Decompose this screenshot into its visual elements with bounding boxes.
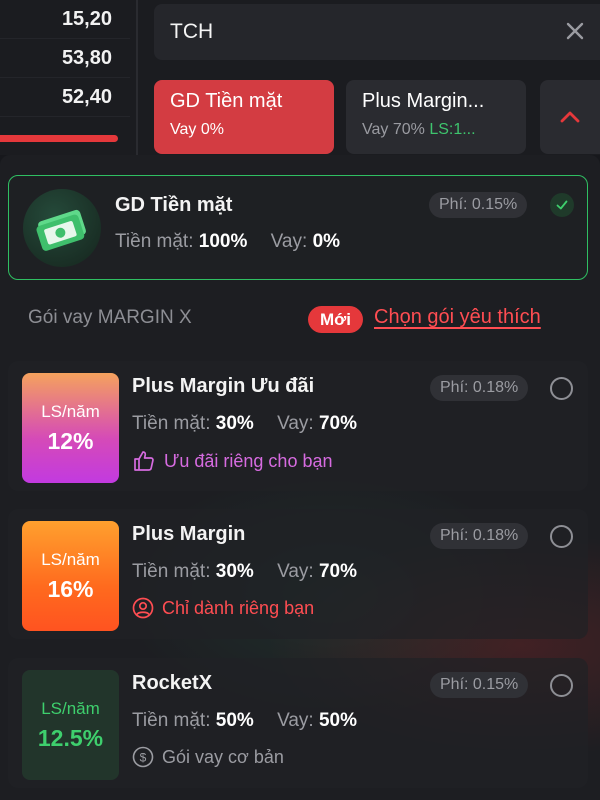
cash-label: Tiền mặt: [115,231,194,252]
choose-favorite-link[interactable]: Chọn gói yêu thích [374,306,541,329]
rate-label: LS/năm [41,549,100,569]
package-note: Ưu đãi riêng cho bạn [132,449,333,473]
rate-value: 16% [47,575,94,602]
package-panel: GD Tiền mặt Tiền mặt: 100% Vay: 0% Phí: … [0,155,600,800]
loan-value: 70% [318,561,358,582]
select-radio[interactable] [550,525,573,548]
cash-label: Tiền mặt: [132,710,211,731]
dollar-circle-icon: $ [132,746,154,768]
cash-package-card[interactable]: GD Tiền mặt Tiền mặt: 100% Vay: 0% Phí: … [8,175,588,280]
package-note: $ Gói vay cơ bản [132,746,284,768]
cash-value: 30% [215,561,254,582]
tab-title: GD Tiền mặt [170,90,283,112]
cash-label: Tiền mặt: [132,561,211,582]
user-circle-icon [132,597,154,619]
tab-title: Plus Margin... [362,90,485,112]
loan-value: 50% [318,710,358,731]
price-row[interactable]: 53,80 [0,39,130,78]
rate-value: 12.5% [37,724,104,751]
collapse-button[interactable] [540,80,600,154]
select-radio[interactable] [550,674,573,697]
close-icon[interactable] [564,20,586,42]
package-title: GD Tiền mặt [115,194,233,216]
interest-rate-box: LS/năm 12.5% [22,670,119,780]
fee-badge: Phí: 0.18% [430,375,529,401]
divider [136,0,138,155]
package-title: Plus Margin Ưu đãi [132,375,315,397]
package-card[interactable]: LS/năm 16% Plus Margin Tiền mặt: 30% Vay… [8,509,588,639]
package-note: Chỉ dành riêng bạn [132,597,314,619]
loan-value: 0% [312,231,341,252]
loan-value: 70% [318,413,358,434]
note-text: Ưu đãi riêng cho bạn [164,450,333,471]
price-value: 53,80 [61,46,112,69]
search-value: TCH [170,20,214,43]
interest-rate-box: LS/năm 12% [22,373,119,483]
tab-plus-margin[interactable]: Plus Margin... Vay 70% LS:1... [346,80,526,154]
cash-value: 100% [198,231,248,252]
package-card[interactable]: LS/năm 12.5% RocketX Tiền mặt: 50% Vay: … [8,658,588,788]
thumbs-up-icon [134,451,154,471]
package-meta: Tiền mặt: 50% Vay: 50% [132,710,357,732]
svg-text:$: $ [140,751,147,765]
package-title: Plus Margin [132,523,246,545]
note-text: Gói vay cơ bản [162,746,284,767]
package-title: RocketX [132,672,213,694]
rate-label: LS/năm [41,401,100,421]
loan-label: Vay: [270,231,308,252]
price-row[interactable]: 15,20 [0,0,130,39]
tab-cash-trading[interactable]: GD Tiền mặt Vay 0% [154,80,334,154]
cash-label: Tiền mặt: [132,413,211,434]
tab-subtitle: Vay 0% [170,121,224,138]
tab-subtitle: Vay 70% LS:1... [362,121,510,139]
volume-bar [0,135,118,142]
search-input[interactable]: TCH [154,4,600,60]
price-value: 15,20 [61,7,112,30]
cash-value: 50% [215,710,254,731]
rate-label: LS/năm [41,698,100,718]
fee-badge: Phí: 0.15% [430,672,529,698]
package-meta: Tiền mặt: 100% Vay: 0% [115,231,340,253]
interest-rate-box: LS/năm 16% [22,521,119,631]
cash-value: 30% [215,413,254,434]
price-list: 15,20 53,80 52,40 [0,0,130,155]
price-value: 52,40 [61,85,112,108]
note-text: Chỉ dành riêng bạn [162,597,315,618]
check-icon[interactable] [550,193,574,217]
loan-label: Vay: [277,710,314,731]
top-area: 15,20 53,80 52,40 TCH GD Tiền mặt Vay 0%… [0,0,600,155]
section-title: Gói vay MARGIN X [28,307,192,328]
select-radio[interactable] [550,377,573,400]
fee-badge: Phí: 0.18% [430,523,529,549]
loan-label: Vay: [277,561,314,582]
cash-money-icon [23,189,101,267]
tab-loan-text: Vay 70% [362,121,425,138]
price-row[interactable]: 52,40 [0,78,130,117]
chevron-up-icon [560,111,580,123]
tab-rate-text: LS:1... [429,121,476,138]
package-meta: Tiền mặt: 30% Vay: 70% [132,561,357,583]
package-card[interactable]: LS/năm 12% Plus Margin Ưu đãi Tiền mặt: … [8,361,588,491]
loan-label: Vay: [277,413,314,434]
new-badge: Mới [308,306,363,333]
rate-value: 12% [47,427,94,454]
fee-badge: Phí: 0.15% [429,192,528,218]
package-meta: Tiền mặt: 30% Vay: 70% [132,413,357,435]
